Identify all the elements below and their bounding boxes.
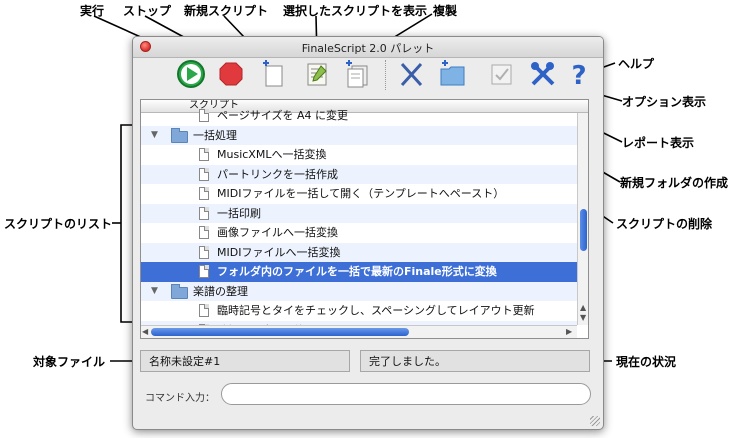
script-document-icon (199, 167, 209, 181)
horizontal-scroll-thumb[interactable] (151, 328, 409, 336)
command-input-label: コマンド入力： (145, 393, 215, 404)
callout-show-selected: 選択したスクリプトを表示 (283, 4, 428, 18)
scroll-right-arrow-icon[interactable]: ▶ (566, 327, 572, 336)
vertical-scroll-thumb[interactable] (580, 209, 587, 251)
new-folder-icon (440, 60, 465, 86)
options-button[interactable] (527, 58, 559, 90)
finalescript-palette-window: FinaleScript 2.0 パレット ? スクリプト ページサイズを A4… (132, 36, 604, 430)
script-label: MusicXMLへ一括変換 (217, 148, 327, 161)
folder-label: 一括処理 (193, 128, 237, 142)
script-row[interactable]: 臨時記号とタイをチェックし、スペーシングしてレイアウト更新 (141, 301, 577, 321)
script-row[interactable]: フォルダ内のファイルを一括で最新のFinale形式に変換 (141, 262, 577, 282)
callout-stop: ストップ (123, 4, 172, 18)
script-label: ページサイズを A4 に変更 (217, 109, 348, 122)
play-icon (177, 60, 205, 88)
titlebar: FinaleScript 2.0 パレット (133, 37, 603, 58)
script-list[interactable]: スクリプト ページサイズを A4 に変更 ▼ 一括処理 MusicXMLへ一括変換 パー… (140, 99, 589, 339)
folder-icon (171, 127, 188, 143)
report-checkbox-icon (491, 64, 512, 85)
question-mark-icon: ? (571, 61, 586, 90)
resize-grip-icon[interactable] (590, 416, 600, 426)
window-title: FinaleScript 2.0 パレット (301, 42, 435, 55)
script-row[interactable]: 画像ファイルへ一括変換 (141, 223, 577, 243)
script-label: パートリンクを一括作成 (217, 167, 338, 181)
script-label: 画像ファイルへ一括変換 (217, 226, 338, 239)
script-document-icon (199, 148, 209, 161)
script-document-icon (199, 109, 209, 122)
script-row[interactable]: MIDIファイルを一括して開く（テンプレートへペースト） (141, 184, 577, 204)
script-row[interactable]: 一括印刷 (141, 203, 577, 223)
new-folder-button[interactable] (437, 58, 469, 90)
edit-document-icon (307, 63, 327, 86)
vertical-scrollbar[interactable]: ▲ ▼ (577, 113, 588, 325)
callout-delete: スクリプトの削除 (616, 217, 713, 231)
toolbar-separator (385, 60, 386, 90)
new-script-button[interactable] (257, 58, 289, 90)
scroll-up-arrow-icon[interactable]: ▲ (580, 303, 586, 312)
status-field: 完了しました。 (360, 350, 590, 372)
callout-duplicate: 複製 (433, 4, 458, 18)
delete-x-icon (400, 62, 423, 87)
duplicate-button[interactable] (341, 58, 373, 90)
stop-button[interactable] (215, 58, 247, 90)
horizontal-scrollbar[interactable]: ◀ ▶ (141, 325, 577, 338)
folder-row[interactable]: ▼ 楽譜の整理 (141, 281, 577, 302)
folder-icon (171, 283, 188, 299)
callout-new-folder: 新規フォルダの作成 (620, 176, 729, 190)
show-selected-script-button[interactable] (301, 58, 333, 90)
disclosure-triangle-icon[interactable]: ▼ (151, 282, 158, 302)
command-input[interactable] (221, 383, 591, 405)
folder-label: 楽譜の整理 (193, 284, 248, 298)
script-document-icon (199, 265, 209, 278)
script-document-icon (199, 187, 209, 200)
script-row[interactable]: MusicXMLへ一括変換 (141, 145, 577, 165)
target-file-field: 名称未設定#1 (140, 350, 350, 372)
script-row[interactable]: ページサイズを A4 に変更 (141, 106, 577, 126)
script-row[interactable]: MIDIファイルへ一括変換 (141, 242, 577, 262)
folder-row[interactable]: ▼ 一括処理 (141, 125, 577, 146)
script-label: MIDIファイルを一括して開く（テンプレートへペースト） (217, 187, 505, 200)
delete-script-button[interactable] (395, 58, 427, 90)
stop-octagon-icon (219, 62, 243, 86)
svg-text:?: ? (571, 61, 586, 90)
script-document-icon (199, 206, 209, 220)
callout-options: オプション表示 (622, 95, 707, 109)
callout-report: レポート表示 (622, 136, 695, 150)
callout-target-file: 対象ファイル (33, 355, 106, 369)
disclosure-triangle-icon[interactable]: ▼ (151, 126, 158, 146)
callout-run: 実行 (80, 4, 105, 18)
scroll-down-arrow-icon[interactable]: ▼ (580, 313, 586, 322)
help-button[interactable]: ? (563, 58, 595, 90)
report-button[interactable] (485, 58, 517, 90)
script-label: MIDIファイルへ一括変換 (217, 245, 341, 259)
callout-script-list: スクリプトのリスト (4, 217, 113, 231)
script-document-icon (199, 304, 209, 317)
script-label: 臨時記号とタイをチェックし、スペーシングしてレイアウト更新 (217, 304, 535, 317)
script-row[interactable]: パートリンクを一括作成 (141, 164, 577, 184)
tools-icon (531, 62, 555, 86)
run-button[interactable] (175, 58, 207, 90)
callout-help: ヘルプ (618, 57, 655, 71)
script-label: フォルダ内のファイルを一括で最新のFinale形式に変換 (217, 265, 497, 278)
script-rows: ページサイズを A4 に変更 ▼ 一括処理 MusicXMLへ一括変換 パートリンクを一… (141, 106, 577, 338)
scroll-left-arrow-icon[interactable]: ◀ (142, 327, 148, 336)
new-document-icon (263, 60, 283, 87)
callout-current-status: 現在の状況 (616, 355, 677, 369)
script-document-icon (199, 245, 209, 259)
script-label: 一括印刷 (217, 206, 261, 220)
duplicate-document-icon (346, 60, 368, 88)
script-document-icon (199, 226, 209, 239)
callout-new-script: 新規スクリプト (184, 4, 269, 18)
